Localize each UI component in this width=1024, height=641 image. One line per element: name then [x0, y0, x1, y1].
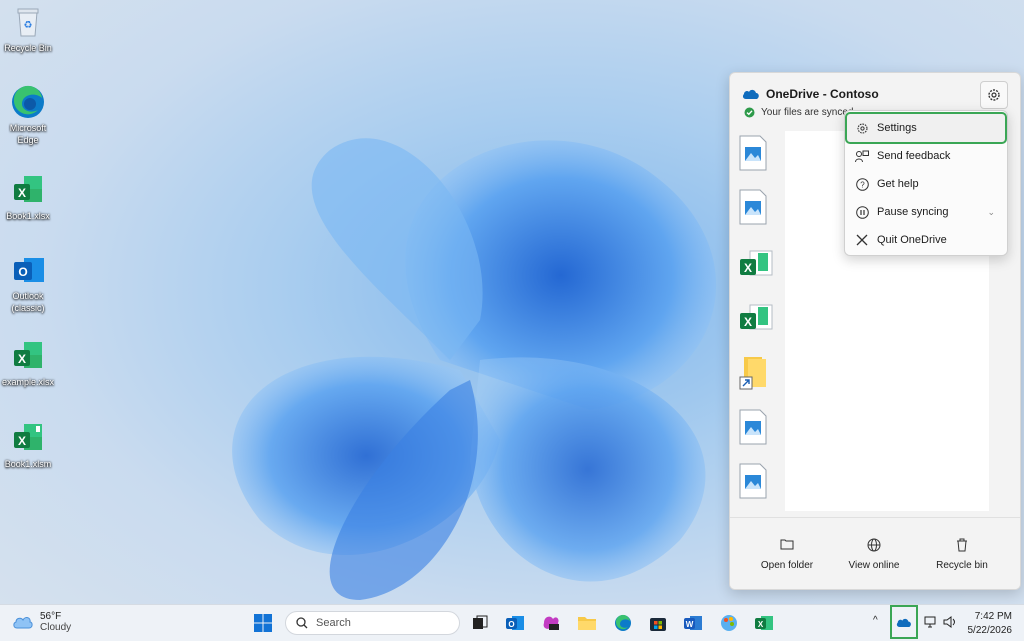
chevron-down-icon: ⌄: [987, 206, 995, 217]
paint-icon: [721, 615, 737, 631]
menu-item-send-feedback[interactable]: Send feedback: [847, 142, 1005, 170]
taskbar-paint[interactable]: [716, 610, 742, 636]
feedback-icon: [855, 150, 869, 162]
outlook-icon: O: [506, 616, 524, 630]
excel-icon: X: [755, 616, 773, 630]
taskbar-edge[interactable]: [610, 610, 636, 636]
desktop-icon-recycle-bin[interactable]: ♻ Recycle Bin: [0, 4, 56, 54]
task-view-button[interactable]: [467, 610, 493, 636]
taskbar-outlook[interactable]: O: [502, 610, 528, 636]
svg-text:O: O: [18, 265, 27, 279]
edge-icon: [10, 84, 46, 120]
excel-icon: X: [10, 338, 46, 374]
taskbar-file-explorer[interactable]: [574, 610, 600, 636]
task-view-icon: [473, 615, 488, 629]
taskbar-excel[interactable]: X: [751, 610, 777, 636]
onedrive-cloud-icon: [742, 89, 759, 99]
onedrive-cloud-icon: [896, 618, 911, 627]
image-file-icon[interactable]: [738, 189, 772, 225]
clock[interactable]: 7:42 PM 5/22/2026: [950, 610, 1013, 638]
svg-text:X: X: [18, 352, 26, 366]
taskbar-search[interactable]: Search: [285, 611, 460, 635]
cloud-icon: [13, 617, 33, 629]
excel-icon: X: [10, 172, 46, 208]
svg-text:?: ?: [860, 180, 865, 189]
word-icon: W: [684, 616, 702, 630]
wallpaper-bloom: [232, 138, 717, 600]
folder-shortcut-icon[interactable]: [738, 355, 772, 391]
desktop-icon-book1-xlsx[interactable]: X Book1.xlsx: [0, 172, 56, 222]
check-circle-icon: [744, 107, 755, 118]
help-icon: ?: [855, 177, 869, 191]
svg-text:X: X: [744, 261, 752, 275]
sync-status: Your files are synced: [744, 107, 853, 118]
trash-icon: [957, 538, 967, 552]
svg-text:X: X: [18, 186, 26, 200]
view-online-button[interactable]: View online: [834, 538, 914, 571]
menu-item-pause-syncing[interactable]: Pause syncing ⌄: [847, 198, 1005, 226]
excel-macro-icon: X: [10, 420, 46, 456]
excel-file-icon[interactable]: X: [738, 301, 773, 337]
open-folder-button[interactable]: Open folder: [747, 538, 827, 571]
store-icon: [650, 618, 666, 631]
onedrive-tray-button[interactable]: [890, 605, 918, 639]
network-icon[interactable]: [924, 615, 938, 632]
outlook-icon: O: [10, 252, 46, 288]
menu-item-get-help[interactable]: ? Get help: [847, 170, 1005, 198]
onedrive-footer: Open folder View online Recycle bin: [730, 517, 1020, 589]
svg-text:O: O: [508, 620, 514, 629]
svg-text:W: W: [686, 620, 694, 629]
menu-item-settings[interactable]: Settings: [845, 112, 1007, 144]
desktop-icon-book1-xlsm[interactable]: X Book1.xlsm: [0, 420, 56, 470]
folder-icon: [780, 539, 794, 550]
folder-icon: [578, 617, 596, 630]
svg-text:X: X: [758, 620, 764, 629]
image-file-icon[interactable]: [738, 463, 772, 499]
gear-icon: [988, 89, 1000, 101]
weather-widget[interactable]: 56°F Cloudy: [12, 611, 71, 633]
taskbar-copilot[interactable]: [538, 610, 564, 636]
recycle-bin-button[interactable]: Recycle bin: [922, 538, 1002, 571]
desktop-icon-edge[interactable]: Microsoft Edge: [0, 84, 56, 146]
onedrive-title: OneDrive - Contoso: [742, 87, 879, 101]
desktop-icon-example-xlsx[interactable]: X example.xlsx: [0, 338, 56, 388]
image-file-icon[interactable]: [738, 135, 772, 171]
desktop-icon-outlook[interactable]: O Outlook (classic): [0, 252, 56, 314]
svg-text:♻: ♻: [24, 20, 33, 31]
start-button[interactable]: [250, 610, 276, 636]
taskbar-store[interactable]: [645, 610, 671, 636]
gear-icon: [856, 122, 868, 134]
copilot-icon: [543, 616, 559, 630]
menu-item-quit-onedrive[interactable]: Quit OneDrive: [847, 226, 1005, 254]
windows-logo-icon: [254, 614, 272, 632]
image-file-icon[interactable]: [738, 409, 772, 445]
show-hidden-icons[interactable]: ^: [873, 615, 878, 626]
taskbar: 56°F Cloudy Search O W X ^ 7:42 PM 5/22/…: [0, 604, 1024, 641]
search-icon: [296, 617, 308, 629]
taskbar-word[interactable]: W: [680, 610, 706, 636]
recycle-bin-icon: ♻: [10, 4, 46, 40]
pause-icon: [855, 205, 869, 219]
svg-text:X: X: [18, 434, 26, 448]
edge-icon: [615, 614, 631, 631]
excel-file-icon[interactable]: X: [738, 247, 773, 283]
svg-text:X: X: [744, 315, 752, 329]
globe-icon: [867, 538, 881, 552]
settings-menu: Settings Send feedback ? Get help Pause …: [844, 110, 1008, 256]
settings-gear-button[interactable]: [980, 81, 1008, 109]
close-icon: [856, 234, 868, 246]
